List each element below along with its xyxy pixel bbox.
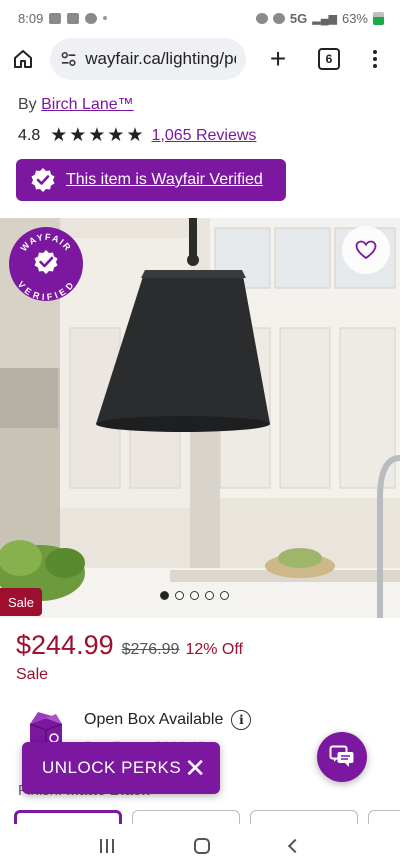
wayfair-verified-button[interactable]: This item is Wayfair Verified bbox=[16, 159, 286, 201]
back-button[interactable] bbox=[287, 838, 303, 853]
battery-icon bbox=[373, 11, 384, 25]
signal-icon: ▂▄▆ bbox=[312, 12, 337, 25]
site-settings-icon[interactable] bbox=[60, 50, 77, 68]
verified-label: This item is Wayfair Verified bbox=[66, 171, 263, 188]
brand-prefix: By bbox=[18, 96, 37, 113]
finish-option[interactable] bbox=[14, 810, 122, 824]
more-vert-icon bbox=[373, 50, 377, 54]
sale-tag: Sale bbox=[0, 588, 42, 616]
carousel-dot[interactable] bbox=[175, 591, 184, 600]
finish-option[interactable] bbox=[132, 810, 240, 824]
rating-stars: ★ ★ ★ ★ ★ bbox=[50, 126, 143, 145]
star-icon: ★ bbox=[69, 125, 87, 146]
carousel-dot[interactable] bbox=[190, 591, 199, 600]
star-icon: ★ bbox=[88, 125, 106, 146]
alarm-icon bbox=[255, 12, 268, 24]
open-box-title: Open Box Available i bbox=[84, 710, 252, 730]
star-icon: ★ bbox=[126, 125, 144, 146]
star-icon: ★ bbox=[107, 125, 125, 146]
home-button[interactable] bbox=[0, 36, 46, 82]
brand-line: By Birch Lane™ bbox=[18, 96, 134, 114]
rating-value: 4.8 bbox=[18, 126, 41, 144]
app-notification-icon bbox=[85, 12, 98, 24]
verified-check-icon bbox=[31, 168, 55, 192]
gallery-notification-icon bbox=[49, 12, 62, 24]
current-price: $244.99 bbox=[16, 630, 114, 660]
finish-option[interactable] bbox=[368, 810, 400, 824]
recent-apps-button[interactable] bbox=[100, 838, 114, 853]
info-icon[interactable]: i bbox=[231, 710, 252, 730]
image-notification-icon bbox=[67, 12, 80, 24]
star-icon: ★ bbox=[50, 125, 68, 146]
reviews-link[interactable]: 1,065 Reviews bbox=[151, 127, 256, 145]
sale-label: Sale bbox=[16, 666, 49, 683]
verified-badge-icon: WAYFAIR VERIFIED bbox=[9, 227, 83, 302]
carousel-dot[interactable] bbox=[205, 591, 214, 600]
bluetooth-icon bbox=[272, 12, 285, 24]
unlock-perks-label: UNLOCK PERKS bbox=[42, 758, 182, 777]
open-box-label: Open Box Available bbox=[84, 711, 224, 728]
system-home-button[interactable] bbox=[194, 837, 210, 854]
chat-icon bbox=[329, 745, 354, 767]
status-time: 8:09 bbox=[18, 10, 44, 26]
new-tab-button[interactable]: + bbox=[258, 36, 298, 82]
url-text: wayfair.ca/lighting/pd bbox=[85, 49, 236, 68]
tab-switcher-button[interactable]: 6 bbox=[318, 48, 340, 70]
finish-option[interactable] bbox=[250, 810, 358, 824]
carousel-dot[interactable] bbox=[220, 591, 229, 600]
unlock-perks-button[interactable]: UNLOCK PERKS ✕ bbox=[22, 742, 220, 794]
carousel-dot[interactable] bbox=[160, 591, 169, 600]
chat-button[interactable] bbox=[317, 732, 367, 782]
more-notifications-icon bbox=[103, 16, 108, 20]
close-icon[interactable]: ✕ bbox=[184, 755, 206, 781]
system-nav-bar bbox=[0, 824, 400, 867]
brand-link[interactable]: Birch Lane™ bbox=[41, 96, 134, 113]
home-icon bbox=[14, 50, 32, 68]
browser-toolbar: wayfair.ca/lighting/pd + 6 bbox=[0, 36, 400, 82]
favorite-button[interactable] bbox=[342, 226, 390, 274]
wayfair-verified-badge: WAYFAIR VERIFIED bbox=[8, 226, 84, 302]
browser-menu-button[interactable] bbox=[360, 36, 390, 82]
heart-icon bbox=[355, 240, 377, 260]
rating-row: 4.8 ★ ★ ★ ★ ★ 1,065 Reviews bbox=[18, 126, 256, 145]
battery-percent: 63% bbox=[341, 10, 368, 26]
discount-label: 12% Off bbox=[185, 641, 243, 658]
price-row: $244.99 $276.99 12% Off bbox=[16, 630, 243, 661]
finish-options bbox=[14, 810, 400, 824]
network-type: 5G bbox=[289, 10, 308, 26]
was-price: $276.99 bbox=[121, 641, 180, 658]
image-carousel-dots bbox=[160, 591, 229, 600]
status-bar: 8:09 5G ▂▄▆ 63% bbox=[0, 0, 400, 36]
tab-count: 6 bbox=[325, 52, 333, 66]
plus-icon: + bbox=[269, 43, 287, 74]
address-bar[interactable]: wayfair.ca/lighting/pd bbox=[50, 38, 246, 80]
